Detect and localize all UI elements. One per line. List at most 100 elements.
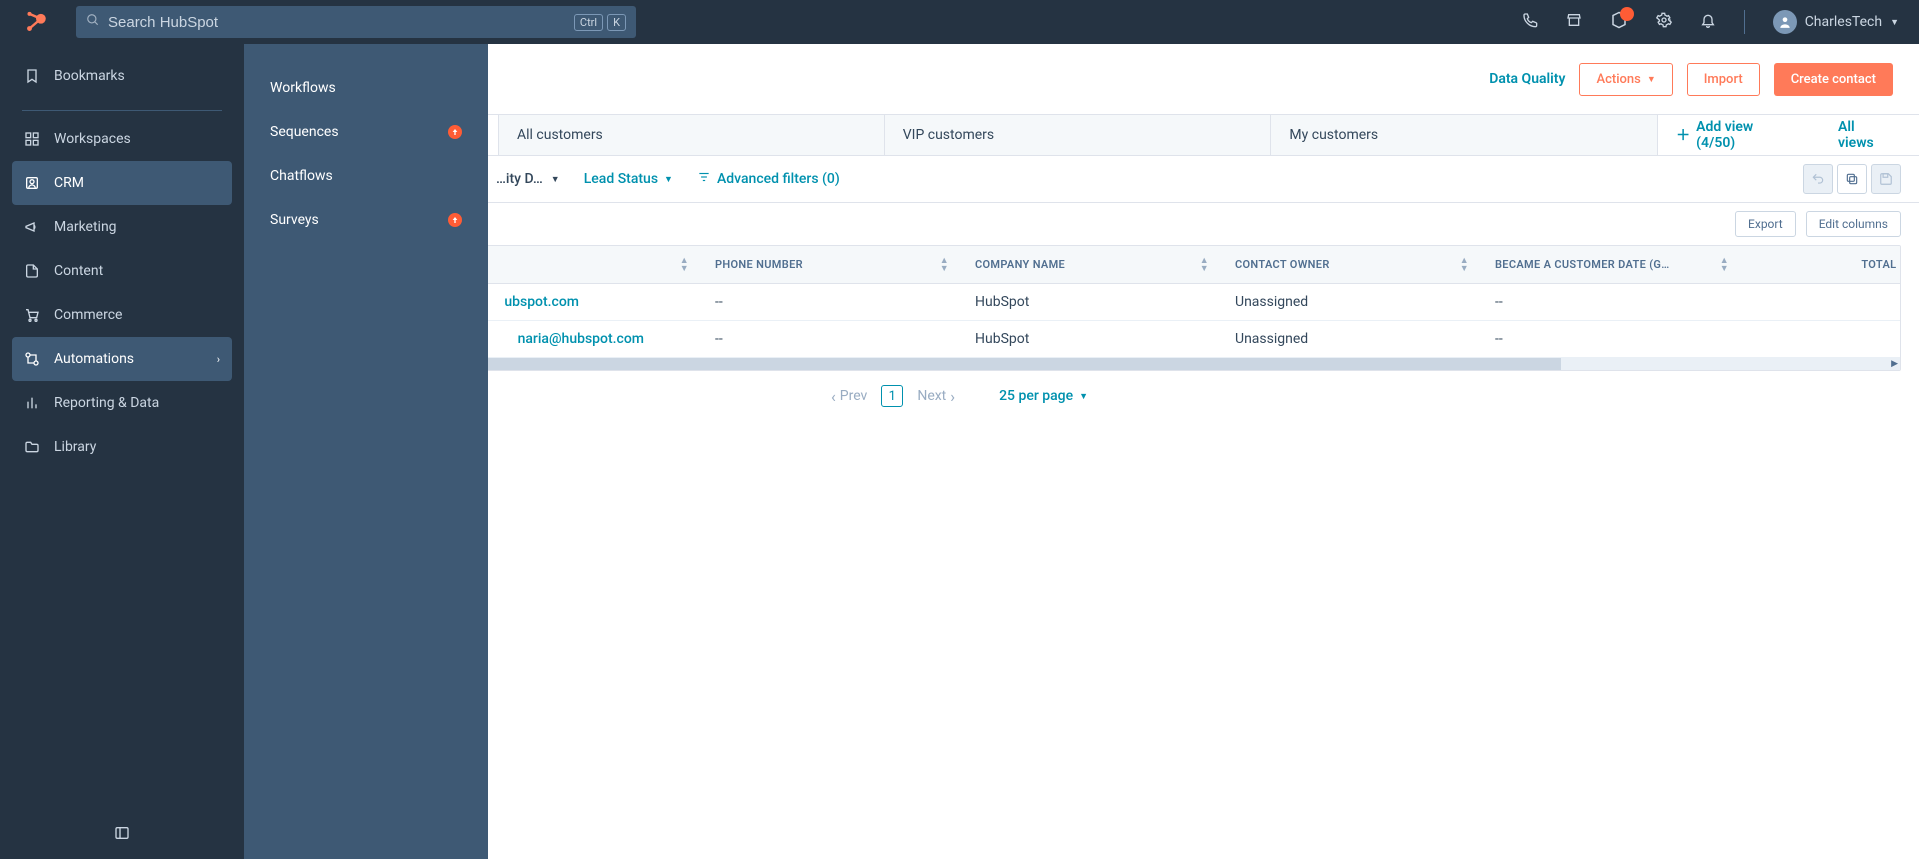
automations-flyout: Workflows Sequences Chatflows Surveys (244, 44, 488, 859)
filter-truncated[interactable]: …ity D… (496, 171, 543, 187)
sidebar-label: Reporting & Data (54, 395, 159, 411)
undo-button (1803, 164, 1833, 194)
sort-icon: ▲▼ (940, 257, 949, 273)
add-view-button[interactable]: ＋ Add view (4/50) (1658, 115, 1812, 155)
automation-icon (24, 351, 40, 367)
tab-my-customers[interactable]: My customers (1271, 115, 1658, 155)
advanced-filters-button[interactable]: Advanced filters (0) (697, 170, 840, 188)
search-shortcut: Ctrl K (574, 14, 626, 31)
sidebar-item-library[interactable]: Library (12, 425, 232, 469)
sidebar-label: CRM (54, 175, 84, 191)
flyout-label: Workflows (270, 80, 336, 96)
hubspot-logo-icon[interactable] (20, 6, 52, 38)
kbd-ctrl: Ctrl (574, 14, 603, 31)
marketplace-icon[interactable] (1566, 12, 1582, 32)
divider (22, 110, 222, 111)
sidebar-label: Content (54, 263, 103, 279)
sidebar-item-automations[interactable]: Automations › (12, 337, 232, 381)
pager-page-current[interactable]: 1 (881, 385, 903, 407)
pager-next-label: Next (917, 388, 946, 404)
actions-button[interactable]: Actions ▼ (1579, 63, 1672, 96)
pager-next: Next › (917, 387, 955, 406)
sidebar-item-bookmarks[interactable]: Bookmarks (12, 54, 232, 98)
approvals-icon[interactable] (1610, 11, 1628, 33)
actions-label: Actions (1596, 72, 1640, 87)
col-revenue[interactable]: TOTAL REVENU (1739, 246, 1901, 284)
cell-owner: Unassigned (1219, 321, 1479, 358)
flyout-item-sequences[interactable]: Sequences (244, 110, 488, 154)
cell-revenue (1739, 284, 1901, 321)
cell-date: -- (1479, 321, 1739, 358)
sort-icon: ▲▼ (1460, 257, 1469, 273)
cell-company: HubSpot (959, 284, 1219, 321)
sidebar-label: Automations (54, 351, 134, 367)
flyout-item-chatflows[interactable]: Chatflows (244, 154, 488, 198)
all-views-link[interactable]: All views (1812, 115, 1919, 155)
col-owner[interactable]: CONTACT OWNER▲▼ (1219, 246, 1479, 284)
col-customer-date[interactable]: BECAME A CUSTOMER DATE (G…▲▼ (1479, 246, 1739, 284)
cart-icon (24, 307, 40, 323)
sort-icon: ▲▼ (1720, 257, 1729, 273)
chevron-down-icon: ▼ (664, 174, 673, 185)
sidebar-item-workspaces[interactable]: Workspaces (12, 117, 232, 161)
filter-icon (697, 170, 711, 188)
sidebar-label: Marketing (54, 219, 117, 235)
notification-badge (1620, 7, 1634, 21)
create-contact-button[interactable]: Create contact (1774, 63, 1893, 96)
chevron-left-icon: ‹ (831, 387, 836, 406)
cell-date: -- (1479, 284, 1739, 321)
sidebar-item-reporting[interactable]: Reporting & Data (12, 381, 232, 425)
chevron-down-icon: ▼ (1079, 391, 1088, 402)
sidebar-item-commerce[interactable]: Commerce (12, 293, 232, 337)
sidebar-item-crm[interactable]: CRM (12, 161, 232, 205)
data-quality-link[interactable]: Data Quality (1489, 71, 1565, 87)
sort-icon: ▲▼ (1200, 257, 1209, 273)
bar-chart-icon (24, 395, 40, 411)
chevron-right-icon: › (950, 387, 955, 406)
phone-icon[interactable] (1522, 12, 1538, 32)
filters-right (1803, 164, 1901, 194)
megaphone-icon (24, 219, 40, 235)
copy-view-button[interactable] (1837, 164, 1867, 194)
settings-icon[interactable] (1656, 12, 1672, 32)
sidebar-label: Workspaces (54, 131, 131, 147)
chevron-down-icon: ▼ (1647, 74, 1656, 85)
user-menu[interactable]: CharlesTech ▼ (1773, 10, 1899, 34)
flyout-item-surveys[interactable]: Surveys (244, 198, 488, 242)
collapse-sidebar-button[interactable] (0, 825, 244, 841)
cell-revenue (1739, 321, 1901, 358)
search-icon (86, 13, 100, 31)
sidebar-item-marketing[interactable]: Marketing (12, 205, 232, 249)
notifications-icon[interactable] (1700, 12, 1716, 32)
upgrade-badge-icon (448, 213, 462, 227)
file-icon (24, 263, 40, 279)
import-button[interactable]: Import (1687, 63, 1760, 96)
per-page-select[interactable]: 25 per page ▼ (999, 388, 1088, 404)
global-search[interactable]: Ctrl K (76, 6, 636, 38)
grid-icon (24, 131, 40, 147)
plus-icon: ＋ (1676, 125, 1690, 145)
export-button[interactable]: Export (1735, 211, 1796, 237)
advanced-filters-label: Advanced filters (0) (717, 171, 840, 187)
col-company[interactable]: COMPANY NAME▲▼ (959, 246, 1219, 284)
cell-phone: -- (699, 284, 959, 321)
add-view-label: Add view (4/50) (1696, 119, 1794, 151)
tab-all-customers[interactable]: All customers (498, 115, 885, 155)
col-phone[interactable]: PHONE NUMBER▲▼ (699, 246, 959, 284)
save-view-button (1871, 164, 1901, 194)
cell-company: HubSpot (959, 321, 1219, 358)
tab-vip-customers[interactable]: VIP customers (885, 115, 1272, 155)
search-input[interactable] (108, 14, 574, 31)
top-right: CharlesTech ▼ (1522, 10, 1899, 34)
top-header: Ctrl K CharlesTech ▼ (0, 0, 1919, 44)
flyout-item-workflows[interactable]: Workflows (244, 66, 488, 110)
sidebar-label: Commerce (54, 307, 122, 323)
cell-phone: -- (699, 321, 959, 358)
flyout-label: Chatflows (270, 168, 333, 184)
filter-lead-status[interactable]: Lead Status ▼ (584, 171, 673, 187)
scroll-right-icon[interactable]: ▶ (1891, 358, 1898, 370)
edit-columns-button[interactable]: Edit columns (1806, 211, 1901, 237)
upgrade-badge-icon (448, 125, 462, 139)
sidebar-item-content[interactable]: Content (12, 249, 232, 293)
sort-icon: ▲▼ (680, 257, 689, 273)
